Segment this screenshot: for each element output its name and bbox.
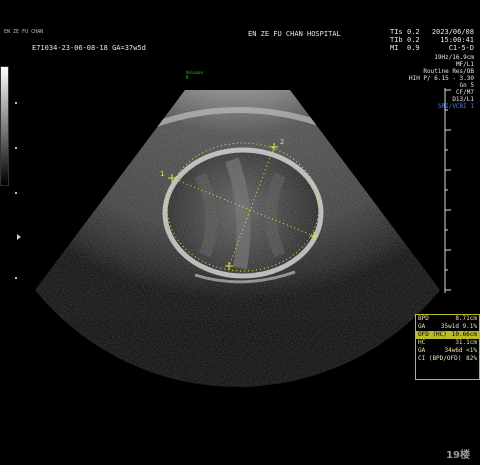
meas-label: HC [418, 339, 426, 346]
caliper-label-1: 1 [160, 170, 165, 178]
meas-value: 34w6d <1% [444, 347, 477, 354]
index-label-mi: MI [390, 44, 399, 52]
meas-row-ga-hc[interactable]: GA 34w6d <1% [416, 347, 479, 355]
caliper-label-2: 2 [280, 138, 285, 146]
datetime-block: 2023/06/08 15:00:41 C1-5-D [432, 28, 474, 52]
meas-value: 31.1cm [455, 339, 477, 346]
index-value-tis: 0.2 [407, 28, 420, 36]
meas-label: GA [418, 323, 426, 330]
index-values: 0.2 0.2 0.9 [407, 28, 420, 52]
param-harmonic: HIH P/ 6.15 - 3.30 [408, 75, 474, 82]
meas-row-ga-bpd[interactable]: GA 35w1d 9.1% [416, 323, 479, 331]
index-label-tis: TIs [390, 28, 403, 36]
probe-orientation-mark: Voluson R [186, 70, 203, 80]
meas-row-bpd[interactable]: BPD 8.71cm [416, 315, 479, 323]
param-frame-depth: 19Hz/16.9cm [434, 54, 474, 61]
probe-mark-line2: R [186, 75, 189, 80]
meas-value: 35w1d 9.1% [440, 323, 477, 330]
grayscale-bar [0, 66, 9, 186]
meas-row-ofd[interactable]: OFD (HC) 10.66cm [416, 331, 479, 339]
index-labels: TIs TIb MI [390, 28, 403, 52]
logo: EN ZE FU CHAN [4, 29, 44, 35]
hospital-name: EN ZE FU CHAN HOSPITAL [248, 30, 341, 38]
param-preset: Routine Res/OB [423, 68, 474, 75]
meas-label: OFD (HC) [418, 331, 447, 338]
patient-id: E71034-23-06-08-18 GA=37w5d [32, 44, 146, 52]
probe-mark-line1: Voluson [186, 70, 203, 75]
measurement-panel[interactable]: BPD 8.71cm GA 35w1d 9.1% OFD (HC) 10.66cm H… [415, 314, 480, 380]
depth-scale [444, 88, 451, 293]
meas-label: GA [418, 347, 426, 354]
meas-value: 82% [466, 355, 477, 362]
left-depth-markers [15, 102, 21, 279]
index-value-tib: 0.2 [407, 36, 420, 44]
index-value-mi: 0.9 [407, 44, 420, 52]
exam-date: 2023/06/08 [431, 28, 474, 36]
meas-label: CI (BPD/OFD) [418, 355, 462, 362]
meas-row-hc[interactable]: HC 31.1cm [416, 339, 479, 347]
meas-value: 10.66cm [451, 331, 477, 338]
param-mf: MF/L1 [455, 61, 474, 68]
meas-label: BPD [418, 315, 429, 322]
watermark: 19楼 [446, 450, 470, 461]
ultrasound-screen: 1 2 EN ZE FU CHAN E71034-23-06-08-18 GA=… [0, 0, 480, 465]
index-label-tib: TIb [390, 36, 403, 44]
meas-value: 8.71cm [455, 315, 477, 322]
meas-row-ci[interactable]: CI (BPD/OFD) 82% [416, 355, 479, 363]
probe-name: C1-5-D [448, 44, 474, 52]
exam-time: 15:00:41 [440, 36, 474, 44]
